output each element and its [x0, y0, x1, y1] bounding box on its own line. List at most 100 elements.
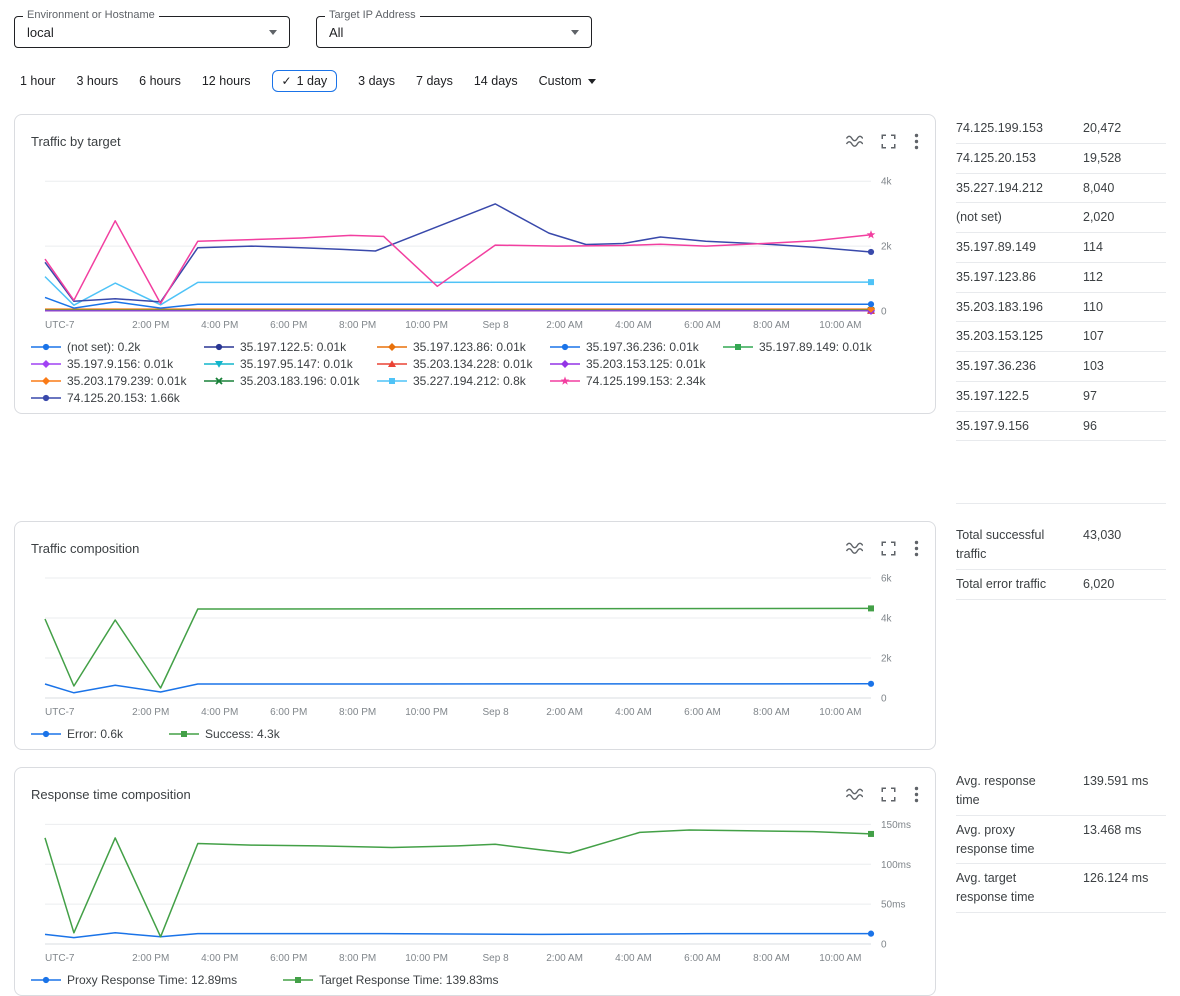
legend-item[interactable]: 35.197.36.236: 0.01k [550, 340, 723, 354]
table-row-label: 35.197.123.86 [956, 268, 1060, 287]
time-range-3-days[interactable]: 3 days [358, 74, 395, 88]
fullscreen-icon[interactable] [881, 787, 896, 802]
table-row-label: 74.125.199.153 [956, 119, 1060, 138]
legend-label: 35.203.179.239: 0.01k [67, 374, 186, 388]
legend-item[interactable]: 35.197.122.5: 0.01k [204, 340, 377, 354]
check-icon: ✓ [282, 74, 292, 88]
table-row: 35.197.9.15696 [956, 412, 1166, 442]
svg-text:4:00 PM: 4:00 PM [201, 707, 238, 718]
table-row: Avg. proxy response time13.468 ms [956, 816, 1166, 865]
table-row-label: 74.125.20.153 [956, 149, 1060, 168]
svg-text:6k: 6k [881, 574, 893, 585]
svg-text:6:00 PM: 6:00 PM [270, 953, 307, 964]
table-row-value: 19,528 [1083, 149, 1121, 168]
legend-label: 35.197.123.86: 0.01k [413, 340, 526, 354]
time-range-7-days[interactable]: 7 days [416, 74, 453, 88]
series-marker-icon [377, 341, 407, 353]
legend-label: 35.203.153.125: 0.01k [586, 357, 705, 371]
time-range-1-day[interactable]: ✓1 day [272, 70, 338, 92]
table-row: 35.197.122.597 [956, 382, 1166, 412]
chart-style-icon[interactable] [845, 540, 863, 556]
legend-label: Error: 0.6k [67, 727, 123, 741]
legend-item[interactable]: 74.125.199.153: 2.34k [550, 374, 723, 388]
fullscreen-icon[interactable] [881, 541, 896, 556]
table-row: Total error traffic6,020 [956, 570, 1166, 600]
legend-label: Success: 4.3k [205, 727, 280, 741]
legend-label: 74.125.20.153: 1.66k [67, 391, 180, 405]
series-marker-icon [204, 341, 234, 353]
more-options-icon[interactable] [914, 133, 919, 150]
svg-text:8:00 AM: 8:00 AM [753, 707, 790, 718]
time-range-1-hour[interactable]: 1 hour [20, 74, 55, 88]
time-range-label: 7 days [416, 74, 453, 88]
legend-item[interactable]: Proxy Response Time: 12.89ms [31, 973, 237, 987]
svg-text:6:00 AM: 6:00 AM [684, 707, 721, 718]
chart-style-icon[interactable] [845, 786, 863, 802]
series-marker-icon [31, 974, 61, 986]
legend-item[interactable]: Success: 4.3k [169, 727, 280, 741]
svg-text:10:00 PM: 10:00 PM [405, 953, 448, 964]
legend-item[interactable]: 35.203.134.228: 0.01k [377, 357, 550, 371]
dashboard-main: Traffic by target 02k4kUTC-72:00 PM4:00 … [0, 88, 1180, 996]
legend-label: 35.197.9.156: 0.01k [67, 357, 173, 371]
time-range-selector: 1 hour3 hours6 hours12 hours✓1 day3 days… [0, 48, 1180, 88]
legend-item[interactable]: 35.197.123.86: 0.01k [377, 340, 550, 354]
environment-select[interactable]: Environment or Hostname local [14, 16, 290, 48]
legend-item[interactable]: 35.203.179.239: 0.01k [31, 374, 204, 388]
legend-item[interactable]: 35.197.9.156: 0.01k [31, 357, 204, 371]
time-range-custom[interactable]: Custom [539, 74, 596, 88]
traffic-composition-legend: Error: 0.6k Success: 4.3k [31, 727, 919, 741]
legend-item[interactable]: Target Response Time: 139.83ms [283, 973, 498, 987]
svg-text:2:00 PM: 2:00 PM [132, 707, 169, 718]
svg-text:0: 0 [881, 940, 887, 951]
legend-item[interactable]: 35.203.153.125: 0.01k [550, 357, 723, 371]
legend-item[interactable]: 74.125.20.153: 1.66k [31, 391, 204, 405]
time-range-label: 12 hours [202, 74, 251, 88]
legend-item[interactable]: (not set): 0.2k [31, 340, 204, 354]
table-row: 35.203.183.196110 [956, 293, 1166, 323]
legend-item[interactable]: 35.197.89.149: 0.01k [723, 340, 896, 354]
legend-item[interactable]: 35.197.95.147: 0.01k [204, 357, 377, 371]
svg-text:4k: 4k [881, 177, 893, 188]
table-row: Avg. target response time126.124 ms [956, 864, 1166, 913]
time-range-6-hours[interactable]: 6 hours [139, 74, 181, 88]
series-marker-icon [550, 358, 580, 370]
svg-text:0: 0 [881, 307, 887, 318]
legend-label: 35.197.89.149: 0.01k [759, 340, 872, 354]
time-range-3-hours[interactable]: 3 hours [76, 74, 118, 88]
card-actions [845, 133, 919, 150]
table-row: 74.125.20.153 19,528 [956, 144, 1166, 174]
table-row-value: 8,040 [1083, 179, 1114, 198]
series-marker-icon [550, 341, 580, 353]
series-marker-icon [31, 375, 61, 387]
legend-item[interactable]: 35.227.194.212: 0.8k [377, 374, 550, 388]
card-traffic-by-target: Traffic by target 02k4kUTC-72:00 PM4:00 … [14, 114, 936, 414]
legend-item[interactable]: 35.203.183.196: 0.01k [204, 374, 377, 388]
card-actions [845, 786, 919, 803]
legend-item[interactable]: Error: 0.6k [31, 727, 123, 741]
svg-text:6:00 PM: 6:00 PM [270, 320, 307, 331]
svg-text:100ms: 100ms [881, 860, 911, 871]
target-ip-select[interactable]: Target IP Address All [316, 16, 592, 48]
svg-text:2:00 AM: 2:00 AM [546, 707, 583, 718]
traffic-composition-chart: 02k4k6kUTC-72:00 PM4:00 PM6:00 PM8:00 PM… [31, 562, 919, 724]
legend-label: (not set): 0.2k [67, 340, 140, 354]
svg-text:10:00 AM: 10:00 AM [819, 320, 861, 331]
fullscreen-icon[interactable] [881, 134, 896, 149]
series-marker-icon [31, 728, 61, 740]
time-range-12-hours[interactable]: 12 hours [202, 74, 251, 88]
chart-style-icon[interactable] [845, 133, 863, 149]
table-row: 35.197.36.236103 [956, 352, 1166, 382]
svg-text:0: 0 [881, 694, 887, 705]
dropdown-caret-icon [571, 30, 579, 35]
table-row-label: 35.227.194.212 [956, 179, 1060, 198]
more-options-icon[interactable] [914, 786, 919, 803]
more-options-icon[interactable] [914, 540, 919, 557]
traffic-by-target-legend: (not set): 0.2k 35.197.122.5: 0.01k 35.197… [31, 340, 919, 405]
time-range-14-days[interactable]: 14 days [474, 74, 518, 88]
svg-text:2:00 PM: 2:00 PM [132, 320, 169, 331]
table-row-label: 35.203.183.196 [956, 298, 1060, 317]
table-row-value: 13.468 ms [1083, 821, 1141, 840]
table-row: Avg. response time139.591 ms [956, 767, 1166, 816]
svg-text:10:00 PM: 10:00 PM [405, 320, 448, 331]
